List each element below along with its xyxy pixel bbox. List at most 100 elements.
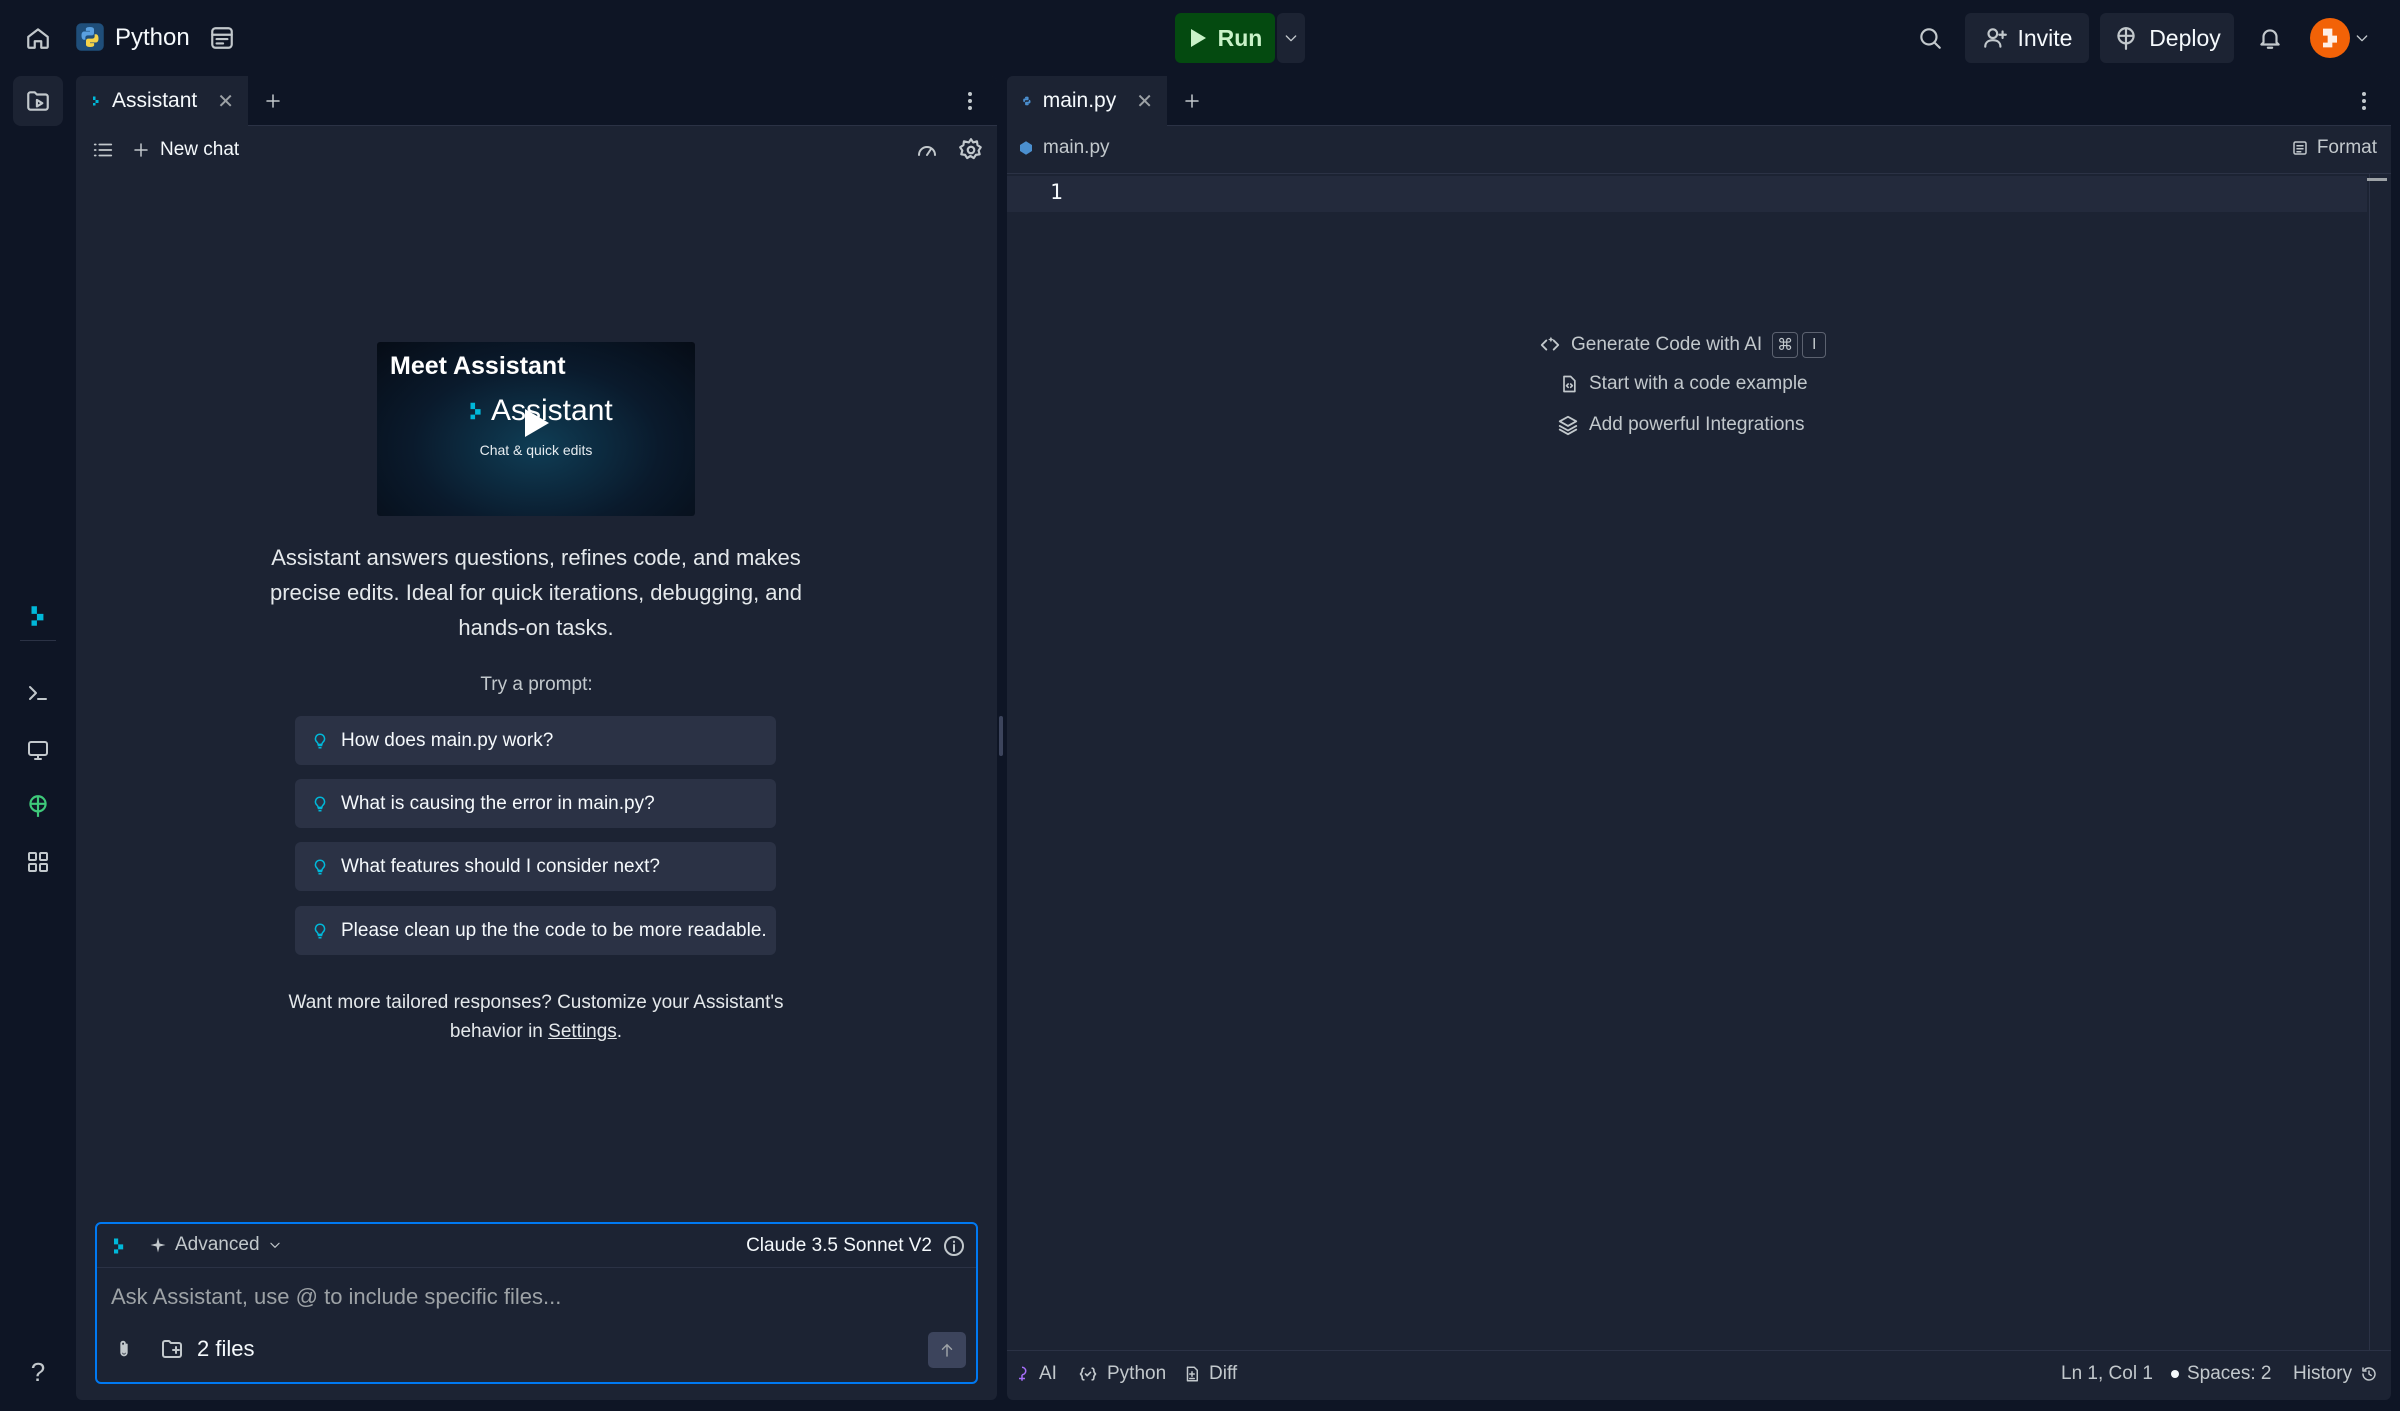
webview-icon xyxy=(28,741,48,760)
integrations-hint[interactable]: Add powerful Integrations xyxy=(1557,414,1804,436)
code-example-hint[interactable]: Start with a code example xyxy=(1559,373,1808,395)
help-button[interactable]: ? xyxy=(18,1352,58,1392)
pane-options-button[interactable] xyxy=(2349,86,2379,116)
new-chat-label: New chat xyxy=(160,139,240,160)
code-braces-icon xyxy=(1079,1367,1097,1381)
format-button[interactable]: Format xyxy=(2291,137,2377,159)
layers-icon xyxy=(1558,415,1578,436)
send-button[interactable] xyxy=(928,1332,966,1368)
tab-label: Assistant xyxy=(112,89,198,112)
tab-assistant[interactable]: Assistant ✕ xyxy=(76,76,248,126)
lightbulb-icon xyxy=(314,732,326,748)
paperclip-icon xyxy=(120,1340,128,1357)
plus-icon xyxy=(266,94,280,108)
python-logo[interactable] xyxy=(72,18,108,56)
avatar-logo-icon xyxy=(2323,28,2337,48)
assistant-settings-button[interactable] xyxy=(956,135,986,165)
assistant-tabbar: Assistant ✕ xyxy=(76,76,997,126)
format-label: Format xyxy=(2316,137,2377,158)
chat-toolbar: New chat xyxy=(76,126,997,174)
files-button[interactable] xyxy=(13,76,63,126)
dot-icon xyxy=(2171,1370,2179,1378)
new-tab-button[interactable] xyxy=(258,86,288,116)
usage-button[interactable] xyxy=(912,135,942,165)
account-menu-button[interactable] xyxy=(2352,28,2372,48)
play-icon[interactable] xyxy=(523,407,551,439)
bell-icon xyxy=(2260,29,2280,49)
close-icon[interactable]: ✕ xyxy=(1136,89,1153,114)
breadcrumb-file[interactable]: main.py xyxy=(1017,137,1110,159)
pane-resize-handle[interactable] xyxy=(999,716,1003,756)
repl-info-button[interactable] xyxy=(202,18,242,58)
chevron-down-icon xyxy=(269,1242,280,1248)
run-button[interactable]: Run xyxy=(1175,13,1275,63)
settings-link[interactable]: Settings xyxy=(548,1021,617,1042)
history-icon xyxy=(2362,1367,2376,1381)
editor-scrollbar[interactable] xyxy=(2369,174,2391,1350)
ai-status[interactable]: AI xyxy=(1013,1363,1057,1385)
prompt-text: Please clean up the the code to be more … xyxy=(341,919,767,941)
attach-button[interactable] xyxy=(109,1334,139,1364)
chat-history-button[interactable] xyxy=(88,135,118,165)
pane-options-button[interactable] xyxy=(955,86,985,116)
chat-input-header: Advanced Claude 3.5 Sonnet V2 xyxy=(97,1224,976,1268)
files-icon xyxy=(27,91,49,111)
assistant-pane: Assistant ✕ New chat Meet Assistant Assi… xyxy=(76,76,997,1400)
cursor-position[interactable]: Ln 1, Col 1 xyxy=(2061,1363,2153,1385)
editor-statusbar: AI Python Diff Ln 1, Col 1 Spaces: 2 His… xyxy=(1007,1350,2391,1400)
prompt-suggestion[interactable]: How does main.py work? xyxy=(295,716,776,765)
code-file-icon xyxy=(1563,375,1576,393)
invite-button[interactable]: Invite xyxy=(1965,13,2089,63)
deploy-label: Deploy xyxy=(2149,24,2221,51)
folder-add-icon xyxy=(162,1340,182,1358)
model-selector[interactable]: Claude 3.5 Sonnet V2 xyxy=(746,1235,932,1257)
chat-input[interactable] xyxy=(111,1280,961,1314)
prompt-text: How does main.py work? xyxy=(341,729,554,751)
webview-button[interactable] xyxy=(13,725,63,775)
search-button[interactable] xyxy=(1910,18,1950,58)
gear-icon xyxy=(959,138,982,160)
format-icon xyxy=(2293,141,2307,155)
diff-status[interactable]: Diff xyxy=(1183,1363,1237,1385)
notifications-button[interactable] xyxy=(2250,18,2290,58)
integrations-label: Add powerful Integrations xyxy=(1589,414,1805,435)
mode-select[interactable]: Advanced xyxy=(149,1234,282,1256)
close-icon[interactable]: ✕ xyxy=(217,89,234,114)
new-chat-button[interactable]: New chat xyxy=(132,135,239,165)
sparkle-icon xyxy=(150,1237,166,1253)
all-tools-button[interactable] xyxy=(13,837,63,887)
prompt-suggestion[interactable]: What is causing the error in main.py? xyxy=(295,779,776,828)
python-logo-icon xyxy=(76,23,104,51)
more-vertical-icon xyxy=(2362,92,2366,110)
breadcrumb: main.py Format xyxy=(1007,126,2391,174)
generate-code-hint[interactable]: Generate Code with AI ⌘ I xyxy=(1539,332,1827,358)
info-icon[interactable] xyxy=(942,1234,966,1258)
assistant-tool-button[interactable] xyxy=(13,591,63,641)
shortcut-keys: ⌘ I xyxy=(1772,332,1827,358)
assistant-description: Assistant answers questions, refines cod… xyxy=(270,545,802,640)
assistant-icon xyxy=(114,1238,124,1254)
deployments-button[interactable] xyxy=(13,781,63,831)
deploy-button[interactable]: Deploy xyxy=(2100,13,2234,63)
indentation-status[interactable]: Spaces: 2 xyxy=(2171,1363,2272,1385)
context-files-button[interactable]: 2 files xyxy=(159,1332,254,1366)
repl-title[interactable]: Python xyxy=(115,22,190,54)
customize-note: Want more tailored responses? Customize … xyxy=(256,988,816,1046)
tab-main-py[interactable]: main.py ✕ xyxy=(1007,76,1167,126)
avatar[interactable] xyxy=(2310,18,2350,58)
language-status[interactable]: Python xyxy=(1077,1363,1166,1385)
active-line[interactable] xyxy=(1007,176,2367,212)
ai-code-icon xyxy=(1540,336,1560,351)
prompt-suggestion[interactable]: Please clean up the the code to be more … xyxy=(295,906,776,955)
home-button[interactable] xyxy=(18,18,58,58)
history-button[interactable]: History xyxy=(2293,1363,2378,1385)
new-tab-button[interactable] xyxy=(1177,86,1207,116)
plus-icon xyxy=(134,143,148,157)
lightbulb-icon xyxy=(314,795,326,811)
run-options-button[interactable] xyxy=(1277,13,1305,63)
prompt-suggestion[interactable]: What features should I consider next? xyxy=(295,842,776,891)
shortcut-key: I xyxy=(1802,332,1827,358)
promo-video[interactable]: Meet Assistant Assistant Chat & quick ed… xyxy=(377,342,695,516)
shortcut-key: ⌘ xyxy=(1772,332,1799,358)
shell-button[interactable] xyxy=(13,668,63,718)
